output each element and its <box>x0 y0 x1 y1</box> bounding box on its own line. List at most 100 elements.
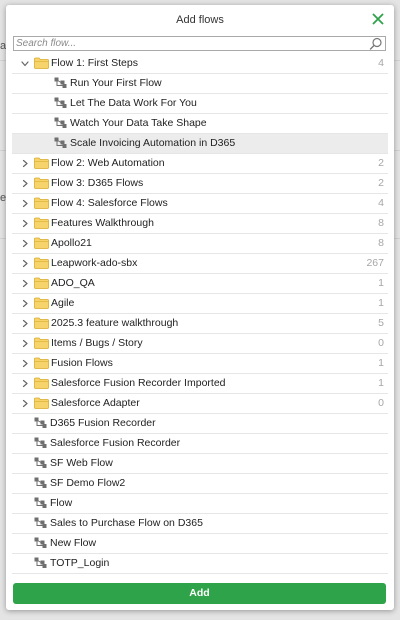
flow-icon <box>34 557 47 568</box>
flow-row[interactable]: Let The Data Work For You <box>12 94 388 114</box>
caret-down-icon[interactable] <box>21 59 29 68</box>
folder-name: Features Walkthrough <box>51 217 154 229</box>
flow-name: TOTP_Login <box>50 557 110 569</box>
flow-icon <box>34 537 47 548</box>
caret-right-icon[interactable] <box>21 219 29 228</box>
flow-name: Let The Data Work For You <box>70 97 197 109</box>
flow-icon <box>34 437 47 448</box>
folder-row[interactable]: Items / Bugs / Story 0 <box>12 334 388 354</box>
folder-name: Flow 2: Web Automation <box>51 157 165 169</box>
flow-icon <box>54 77 67 88</box>
folder-row[interactable]: Leapwork-ado-sbx 267 <box>12 254 388 274</box>
folder-row[interactable]: Flow 4: Salesforce Flows 4 <box>12 194 388 214</box>
flow-row[interactable]: SF Web Flow <box>12 454 388 474</box>
add-button[interactable]: Add <box>13 583 386 604</box>
folder-row[interactable]: Salesforce Adapter 0 <box>12 394 388 414</box>
flow-name: Flow <box>50 497 73 509</box>
folder-icon <box>34 377 49 389</box>
flow-row[interactable]: Flow <box>12 494 388 514</box>
folder-count: 1 <box>378 277 384 289</box>
folder-name: Items / Bugs / Story <box>51 337 143 349</box>
caret-right-icon[interactable] <box>21 299 29 308</box>
flow-tree: Flow 1: First Steps 4 Run Your First Flow L… <box>12 54 388 583</box>
folder-name: ADO_QA <box>51 277 95 289</box>
folder-name: Leapwork-ado-sbx <box>51 257 138 269</box>
caret-right-icon[interactable] <box>21 359 29 368</box>
flow-name: Sales to Purchase Flow on D365 <box>50 517 203 529</box>
add-flows-dialog: Add flows Flow 1: First Steps 4 Run Your F… <box>6 5 394 610</box>
folder-icon <box>34 217 49 229</box>
flow-row[interactable]: New Flow <box>12 534 388 554</box>
caret-right-icon[interactable] <box>21 399 29 408</box>
caret-right-icon[interactable] <box>21 339 29 348</box>
flow-row[interactable]: SF Demo Flow2 <box>12 474 388 494</box>
folder-icon <box>34 177 49 189</box>
flow-icon <box>34 457 47 468</box>
folder-row[interactable]: Fusion Flows 1 <box>12 354 388 374</box>
folder-name: Salesforce Adapter <box>51 397 140 409</box>
folder-icon <box>34 317 49 329</box>
folder-row[interactable]: Salesforce Fusion Recorder Imported 1 <box>12 374 388 394</box>
caret-right-icon[interactable] <box>21 239 29 248</box>
folder-name: Flow 3: D365 Flows <box>51 177 144 189</box>
folder-row[interactable]: Flow 3: D365 Flows 2 <box>12 174 388 194</box>
folder-count: 1 <box>378 357 384 369</box>
caret-right-icon[interactable] <box>21 379 29 388</box>
folder-name: Flow 1: First Steps <box>51 57 138 69</box>
flow-icon <box>34 417 47 428</box>
folder-icon <box>34 157 49 169</box>
flow-row[interactable]: Salesforce Fusion Recorder <box>12 434 388 454</box>
caret-right-icon[interactable] <box>21 179 29 188</box>
folder-count: 1 <box>378 377 384 389</box>
folder-name: Flow 4: Salesforce Flows <box>51 197 168 209</box>
folder-row[interactable]: Features Walkthrough 8 <box>12 214 388 234</box>
folder-row[interactable]: ADO_QA 1 <box>12 274 388 294</box>
flow-icon <box>54 137 67 148</box>
flow-icon <box>34 497 47 508</box>
caret-right-icon[interactable] <box>21 319 29 328</box>
flow-name: Watch Your Data Take Shape <box>70 117 207 129</box>
search-icon[interactable] <box>369 37 383 50</box>
caret-right-icon[interactable] <box>21 259 29 268</box>
flow-icon <box>34 477 47 488</box>
flow-icon <box>34 517 47 528</box>
folder-icon <box>34 277 49 289</box>
folder-row[interactable]: 2025.3 feature walkthrough 5 <box>12 314 388 334</box>
flow-name: Scale Invoicing Automation in D365 <box>70 137 236 149</box>
close-icon[interactable] <box>370 11 386 27</box>
flow-row[interactable]: Sales to Purchase Flow on D365 <box>12 514 388 534</box>
caret-right-icon[interactable] <box>21 279 29 288</box>
flow-name: D365 Fusion Recorder <box>50 417 156 429</box>
search-input[interactable] <box>14 37 366 50</box>
flow-row[interactable]: D365 Fusion Recorder <box>12 414 388 434</box>
folder-icon <box>34 397 49 409</box>
folder-name: Fusion Flows <box>51 357 113 369</box>
folder-name: Apollo21 <box>51 237 92 249</box>
folder-count: 8 <box>378 217 384 229</box>
folder-icon <box>34 257 49 269</box>
folder-icon <box>34 197 49 209</box>
flow-row[interactable]: Scale Invoicing Automation in D365 <box>12 134 388 154</box>
flow-name: Run Your First Flow <box>70 77 162 89</box>
folder-icon <box>34 297 49 309</box>
caret-right-icon[interactable] <box>21 159 29 168</box>
caret-right-icon[interactable] <box>21 199 29 208</box>
flow-row[interactable]: Watch Your Data Take Shape <box>12 114 388 134</box>
folder-name: Salesforce Fusion Recorder Imported <box>51 377 226 389</box>
folder-count: 2 <box>378 177 384 189</box>
folder-icon <box>34 357 49 369</box>
flow-name: Salesforce Fusion Recorder <box>50 437 181 449</box>
folder-row[interactable]: Agile 1 <box>12 294 388 314</box>
search-box <box>13 36 386 51</box>
folder-row[interactable]: Apollo21 8 <box>12 234 388 254</box>
folder-count: 4 <box>378 57 384 69</box>
flow-row[interactable]: TOTP_Login <box>12 554 388 574</box>
folder-row[interactable]: Flow 1: First Steps 4 <box>12 54 388 74</box>
flow-row[interactable]: Run Your First Flow <box>12 74 388 94</box>
folder-count: 4 <box>378 197 384 209</box>
folder-count: 5 <box>378 317 384 329</box>
folder-icon <box>34 57 49 69</box>
folder-row[interactable]: Flow 2: Web Automation 2 <box>12 154 388 174</box>
folder-name: Agile <box>51 297 75 309</box>
folder-icon <box>34 337 49 349</box>
